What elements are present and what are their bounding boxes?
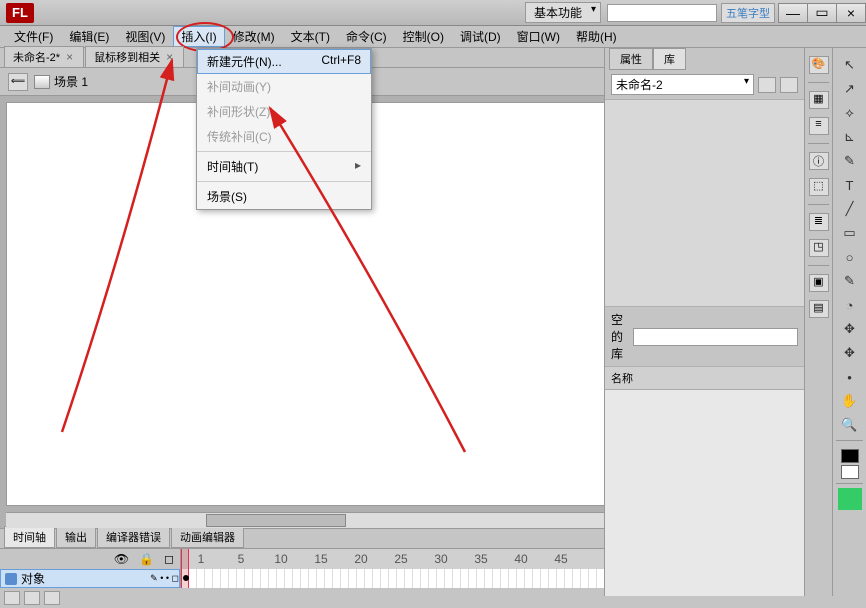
minimize-button[interactable]: — — [778, 3, 808, 23]
workspace-selector[interactable]: 基本功能 — [525, 2, 601, 23]
close-button[interactable]: × — [836, 3, 866, 23]
frame-number: 40 — [501, 552, 541, 566]
frame-number: 15 — [301, 552, 341, 566]
menu-7[interactable]: 控制(O) — [395, 26, 452, 47]
dock-icon-0[interactable]: 🎨 — [809, 56, 829, 74]
playhead[interactable] — [181, 549, 189, 589]
library-preview — [605, 100, 804, 306]
stroke-swatch[interactable] — [841, 449, 859, 463]
maximize-button[interactable]: ▭ — [807, 3, 837, 23]
menu-9[interactable]: 窗口(W) — [509, 26, 568, 47]
tool-3[interactable]: ⊾ — [838, 126, 862, 148]
tool-4[interactable]: ✎ — [838, 150, 862, 172]
dock-icon-3[interactable]: ⓘ — [809, 152, 829, 170]
bottom-tab-2[interactable]: 编译器错误 — [97, 526, 170, 548]
timeline-layer[interactable]: 对象 ✎ • • ◻ — [0, 569, 180, 589]
tool-0[interactable]: ↖ — [838, 54, 862, 76]
library-file-select[interactable]: 未命名-2 — [611, 74, 754, 95]
fill-swatch[interactable] — [841, 465, 859, 479]
menu-6[interactable]: 命令(C) — [338, 26, 395, 47]
layer-column-icon[interactable]: 👁 — [114, 552, 129, 566]
panel-tab-1[interactable]: 库 — [653, 48, 686, 70]
menu-4[interactable]: 修改(M) — [225, 26, 283, 47]
delete-layer-button[interactable] — [44, 591, 60, 605]
layer-name: 对象 — [21, 570, 45, 587]
tool-9[interactable]: ✎ — [838, 270, 862, 292]
dock-icon-7[interactable]: ▣ — [809, 274, 829, 292]
new-folder-button[interactable] — [24, 591, 40, 605]
dock-icon-6[interactable]: ◳ — [809, 239, 829, 257]
dock-icon-4[interactable]: ⬚ — [809, 178, 829, 196]
dock-icon-2[interactable]: ≡ — [809, 117, 829, 135]
frame-number: 45 — [541, 552, 581, 566]
menu-1[interactable]: 编辑(E) — [61, 26, 117, 47]
back-button[interactable]: ⟸ — [8, 73, 28, 91]
tool-15[interactable]: 🔍 — [838, 414, 862, 436]
bottom-tab-1[interactable]: 输出 — [56, 526, 96, 548]
frame-number: 35 — [461, 552, 501, 566]
tool-7[interactable]: ▭ — [838, 222, 862, 244]
menu-item-7[interactable]: 场景(S) — [197, 184, 371, 209]
menu-3[interactable]: 插入(I) — [173, 26, 224, 47]
frame-number: 25 — [381, 552, 421, 566]
doc-tab-0[interactable]: 未命名-2*× — [4, 46, 84, 67]
pin-button[interactable] — [758, 77, 776, 93]
tool-8[interactable]: ○ — [838, 246, 862, 268]
close-tab-icon[interactable]: × — [66, 50, 73, 64]
empty-library-label: 空的库 — [611, 311, 627, 362]
menu-item-0[interactable]: 新建元件(N)...Ctrl+F8 — [197, 49, 371, 74]
snap-toggle[interactable] — [838, 488, 862, 510]
tool-12[interactable]: ✥ — [838, 342, 862, 364]
app-logo: FL — [6, 3, 34, 23]
menu-2[interactable]: 视图(V) — [117, 26, 173, 47]
insert-menu-dropdown: 新建元件(N)...Ctrl+F8补间动画(Y)补间形状(Z)传统补间(C) 时间… — [196, 48, 372, 210]
menu-item-3: 传统补间(C) — [197, 124, 371, 149]
frame-number: 30 — [421, 552, 461, 566]
dock-icon-1[interactable]: ▦ — [809, 91, 829, 109]
close-tab-icon[interactable]: × — [166, 50, 173, 64]
ime-indicator[interactable]: 五笔字型 — [721, 3, 775, 23]
menu-8[interactable]: 调试(D) — [452, 26, 509, 47]
menu-5[interactable]: 文本(T) — [283, 26, 338, 47]
new-layer-button[interactable] — [4, 591, 20, 605]
layer-column-icon[interactable]: ◻ — [164, 552, 174, 566]
menu-10[interactable]: 帮助(H) — [568, 26, 625, 47]
frame-number: 5 — [221, 552, 261, 566]
scene-icon — [34, 75, 50, 89]
dock-icon-8[interactable]: ▤ — [809, 300, 829, 318]
menu-item-5[interactable]: 时间轴(T) — [197, 154, 371, 179]
tool-13[interactable]: • — [838, 366, 862, 388]
menu-item-2: 补间形状(Z) — [197, 99, 371, 124]
layer-icon — [5, 573, 17, 585]
bottom-tab-3[interactable]: 动画编辑器 — [171, 526, 244, 548]
bottom-tab-0[interactable]: 时间轴 — [4, 526, 55, 548]
search-input[interactable] — [607, 4, 717, 22]
frame-number: 20 — [341, 552, 381, 566]
menu-0[interactable]: 文件(F) — [6, 26, 61, 47]
name-column-header[interactable]: 名称 — [605, 367, 804, 390]
frame-number: 10 — [261, 552, 301, 566]
tool-2[interactable]: ⟡ — [838, 102, 862, 124]
library-search[interactable] — [633, 328, 798, 346]
dock-icon-5[interactable]: ≣ — [809, 213, 829, 231]
layer-column-icon[interactable]: 🔒 — [139, 552, 154, 566]
tool-14[interactable]: ✋ — [838, 390, 862, 412]
new-panel-button[interactable] — [780, 77, 798, 93]
panel-tab-0[interactable]: 属性 — [609, 48, 653, 70]
doc-tab-1[interactable]: 鼠标移到相关× — [85, 46, 184, 67]
library-list[interactable] — [605, 390, 804, 596]
menu-item-1: 补间动画(Y) — [197, 74, 371, 99]
tool-1[interactable]: ↗ — [838, 78, 862, 100]
tool-5[interactable]: T — [838, 174, 862, 196]
keyframe[interactable] — [183, 575, 189, 581]
tool-10[interactable]: ◔ — [838, 294, 862, 316]
tool-6[interactable]: ╱ — [838, 198, 862, 220]
tool-11[interactable]: ✥ — [838, 318, 862, 340]
